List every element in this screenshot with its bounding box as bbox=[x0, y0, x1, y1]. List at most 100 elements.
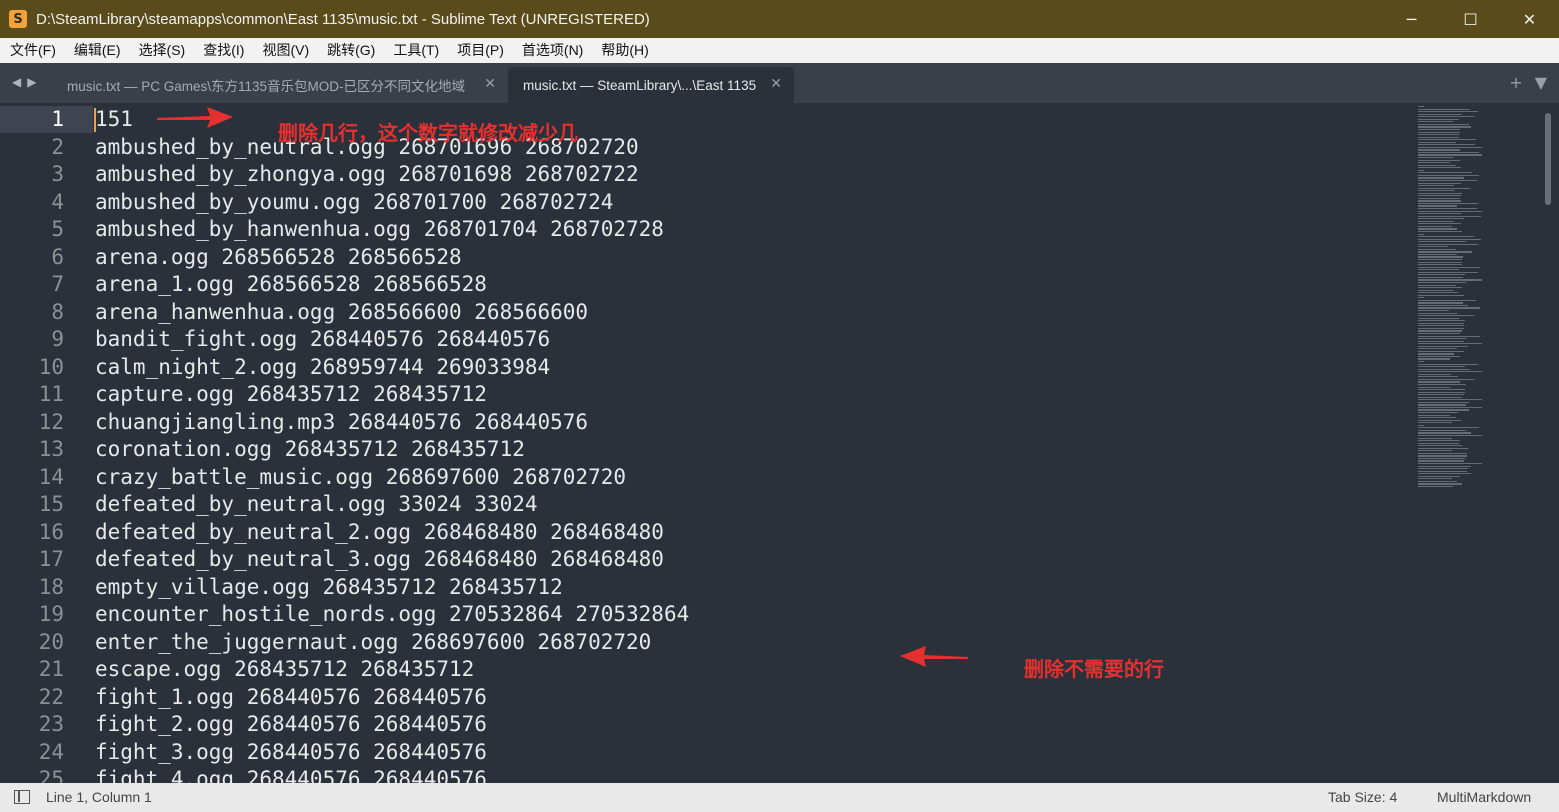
tab-size[interactable]: Tab Size: 4 bbox=[1328, 789, 1397, 805]
minimap-line bbox=[1418, 445, 1462, 447]
code-line[interactable]: defeated_by_neutral_3.ogg 268468480 2684… bbox=[95, 546, 664, 574]
tab-forward-icon[interactable]: ▶ bbox=[27, 75, 36, 89]
line-number: 11 bbox=[38, 382, 64, 406]
status-bar: Line 1, Column 1 Tab Size: 4 MultiMarkdo… bbox=[0, 783, 1559, 812]
code-line[interactable]: 151 bbox=[95, 106, 133, 134]
minimap-line bbox=[1418, 253, 1457, 256]
close-button[interactable]: ✕ bbox=[1500, 0, 1559, 38]
minimap-line bbox=[1418, 230, 1463, 233]
line-number: 17 bbox=[38, 547, 64, 571]
menu-file[interactable]: 文件(F) bbox=[0, 38, 65, 63]
code-line[interactable]: fight_3.ogg 268440576 268440576 bbox=[95, 739, 487, 767]
editor-area[interactable]: 1 2 3 4 5 6 7 8 9 10 11 12 13 14 15 16 17 18 19 20 21 22 23 24 2… bbox=[0, 103, 1559, 783]
menu-help[interactable]: 帮助(H) bbox=[592, 38, 657, 63]
cursor-position[interactable]: Line 1, Column 1 bbox=[46, 789, 152, 805]
code-line[interactable]: escape.ogg 268435712 268435712 bbox=[95, 656, 474, 684]
code-line[interactable]: calm_night_2.ogg 268959744 269033984 bbox=[95, 354, 550, 382]
minimap-line bbox=[1418, 284, 1456, 286]
code-line[interactable]: arena_1.ogg 268566528 268566528 bbox=[95, 271, 487, 299]
minimap-line bbox=[1418, 271, 1479, 273]
menu-view[interactable]: 视图(V) bbox=[253, 38, 318, 63]
minimap-line bbox=[1418, 345, 1468, 347]
minimize-button[interactable]: ─ bbox=[1382, 0, 1441, 38]
code-line[interactable]: ambushed_by_zhongya.ogg 268701698 268702… bbox=[95, 161, 639, 189]
minimap-line bbox=[1418, 358, 1451, 360]
tab-close-icon[interactable]: ✕ bbox=[770, 76, 782, 92]
minimap[interactable] bbox=[1418, 106, 1488, 491]
code-line[interactable]: fight_1.ogg 268440576 268440576 bbox=[95, 684, 487, 712]
menu-edit[interactable]: 编辑(E) bbox=[65, 38, 130, 63]
new-tab-icon[interactable]: + bbox=[1509, 73, 1522, 92]
minimap-line bbox=[1418, 174, 1480, 177]
tab-menu-icon[interactable]: ▼ bbox=[1535, 73, 1547, 92]
minimap-line bbox=[1418, 417, 1456, 419]
code-line[interactable]: chuangjiangling.mp3 268440576 268440576 bbox=[95, 409, 588, 437]
minimap-line bbox=[1418, 113, 1463, 115]
minimap-line bbox=[1418, 177, 1465, 179]
minimap-line bbox=[1418, 248, 1456, 250]
code-line[interactable]: arena.ogg 268566528 268566528 bbox=[95, 244, 462, 272]
line-number: 15 bbox=[38, 492, 64, 516]
code-line[interactable]: encounter_hostile_nords.ogg 270532864 27… bbox=[95, 601, 689, 629]
tab-close-icon[interactable]: ✕ bbox=[484, 76, 496, 92]
minimap-line bbox=[1418, 427, 1480, 429]
code-line[interactable]: arena_hanwenhua.ogg 268566600 268566600 bbox=[95, 299, 588, 327]
code-line[interactable]: defeated_by_neutral.ogg 33024 33024 bbox=[95, 491, 538, 519]
minimap-line bbox=[1418, 396, 1462, 398]
minimap-line bbox=[1418, 391, 1466, 393]
minimap-line bbox=[1418, 118, 1460, 120]
minimap-line bbox=[1418, 134, 1459, 136]
minimap-line bbox=[1418, 460, 1464, 462]
minimap-line bbox=[1418, 192, 1462, 194]
minimap-line bbox=[1418, 169, 1424, 171]
code-line[interactable]: fight_4.ogg 268440576 268440576 bbox=[95, 766, 487, 783]
minimap-line bbox=[1418, 378, 1476, 381]
code-line[interactable]: ambushed_by_hanwenhua.ogg 268701704 2687… bbox=[95, 216, 664, 244]
minimap-line bbox=[1418, 106, 1424, 108]
code-line[interactable]: coronation.ogg 268435712 268435712 bbox=[95, 436, 525, 464]
minimap-line bbox=[1418, 368, 1470, 370]
minimap-line bbox=[1418, 381, 1461, 383]
code-line[interactable]: crazy_battle_music.ogg 268697600 2687027… bbox=[95, 464, 626, 492]
code-line[interactable]: enter_the_juggernaut.ogg 268697600 26870… bbox=[95, 629, 651, 657]
syntax-selector[interactable]: MultiMarkdown bbox=[1437, 789, 1531, 805]
menu-project[interactable]: 项目(P) bbox=[448, 38, 513, 63]
line-number: 5 bbox=[51, 217, 64, 241]
minimap-line bbox=[1418, 440, 1460, 442]
minimap-line bbox=[1418, 422, 1452, 424]
tab-music-steamlibrary[interactable]: music.txt — SteamLibrary\...\East 1135 ✕ bbox=[508, 67, 794, 103]
minimap-line bbox=[1418, 197, 1461, 199]
minimap-line bbox=[1418, 157, 1454, 159]
minimap-line bbox=[1418, 320, 1465, 322]
menu-preferences[interactable]: 首选项(N) bbox=[513, 38, 592, 63]
minimap-line bbox=[1418, 409, 1470, 411]
code-line[interactable]: fight_2.ogg 268440576 268440576 bbox=[95, 711, 487, 739]
tab-back-icon[interactable]: ◀ bbox=[12, 75, 21, 89]
minimap-line bbox=[1418, 108, 1471, 110]
minimap-line bbox=[1418, 182, 1461, 184]
menu-find[interactable]: 查找(I) bbox=[194, 38, 253, 63]
menu-selection[interactable]: 选择(S) bbox=[130, 38, 195, 63]
menu-tools[interactable]: 工具(T) bbox=[384, 38, 448, 63]
minimap-line bbox=[1418, 350, 1464, 352]
menu-goto[interactable]: 跳转(G) bbox=[318, 38, 384, 63]
minimap-line bbox=[1418, 121, 1453, 123]
line-number: 21 bbox=[38, 657, 64, 681]
sidebar-toggle-icon[interactable] bbox=[14, 790, 30, 804]
line-number: 6 bbox=[51, 244, 64, 269]
vertical-scrollbar[interactable] bbox=[1545, 113, 1551, 205]
minimap-line bbox=[1418, 386, 1451, 388]
code-line[interactable]: empty_village.ogg 268435712 268435712 bbox=[95, 574, 563, 602]
minimap-line bbox=[1418, 325, 1464, 327]
code-line[interactable]: capture.ogg 268435712 268435712 bbox=[95, 381, 487, 409]
minimap-line bbox=[1418, 483, 1463, 485]
minimap-line bbox=[1418, 164, 1456, 166]
minimap-line bbox=[1418, 223, 1461, 225]
code-line[interactable]: ambushed_by_youmu.ogg 268701700 26870272… bbox=[95, 189, 613, 217]
minimap-line bbox=[1418, 151, 1480, 154]
tab-music-pc-games[interactable]: music.txt — PC Games\东方1135音乐包MOD-已区分不同文… bbox=[52, 67, 508, 103]
minimap-line bbox=[1418, 437, 1452, 439]
maximize-button[interactable]: ☐ bbox=[1441, 0, 1500, 38]
code-line[interactable]: defeated_by_neutral_2.ogg 268468480 2684… bbox=[95, 519, 664, 547]
code-line[interactable]: bandit_fight.ogg 268440576 268440576 bbox=[95, 326, 550, 354]
